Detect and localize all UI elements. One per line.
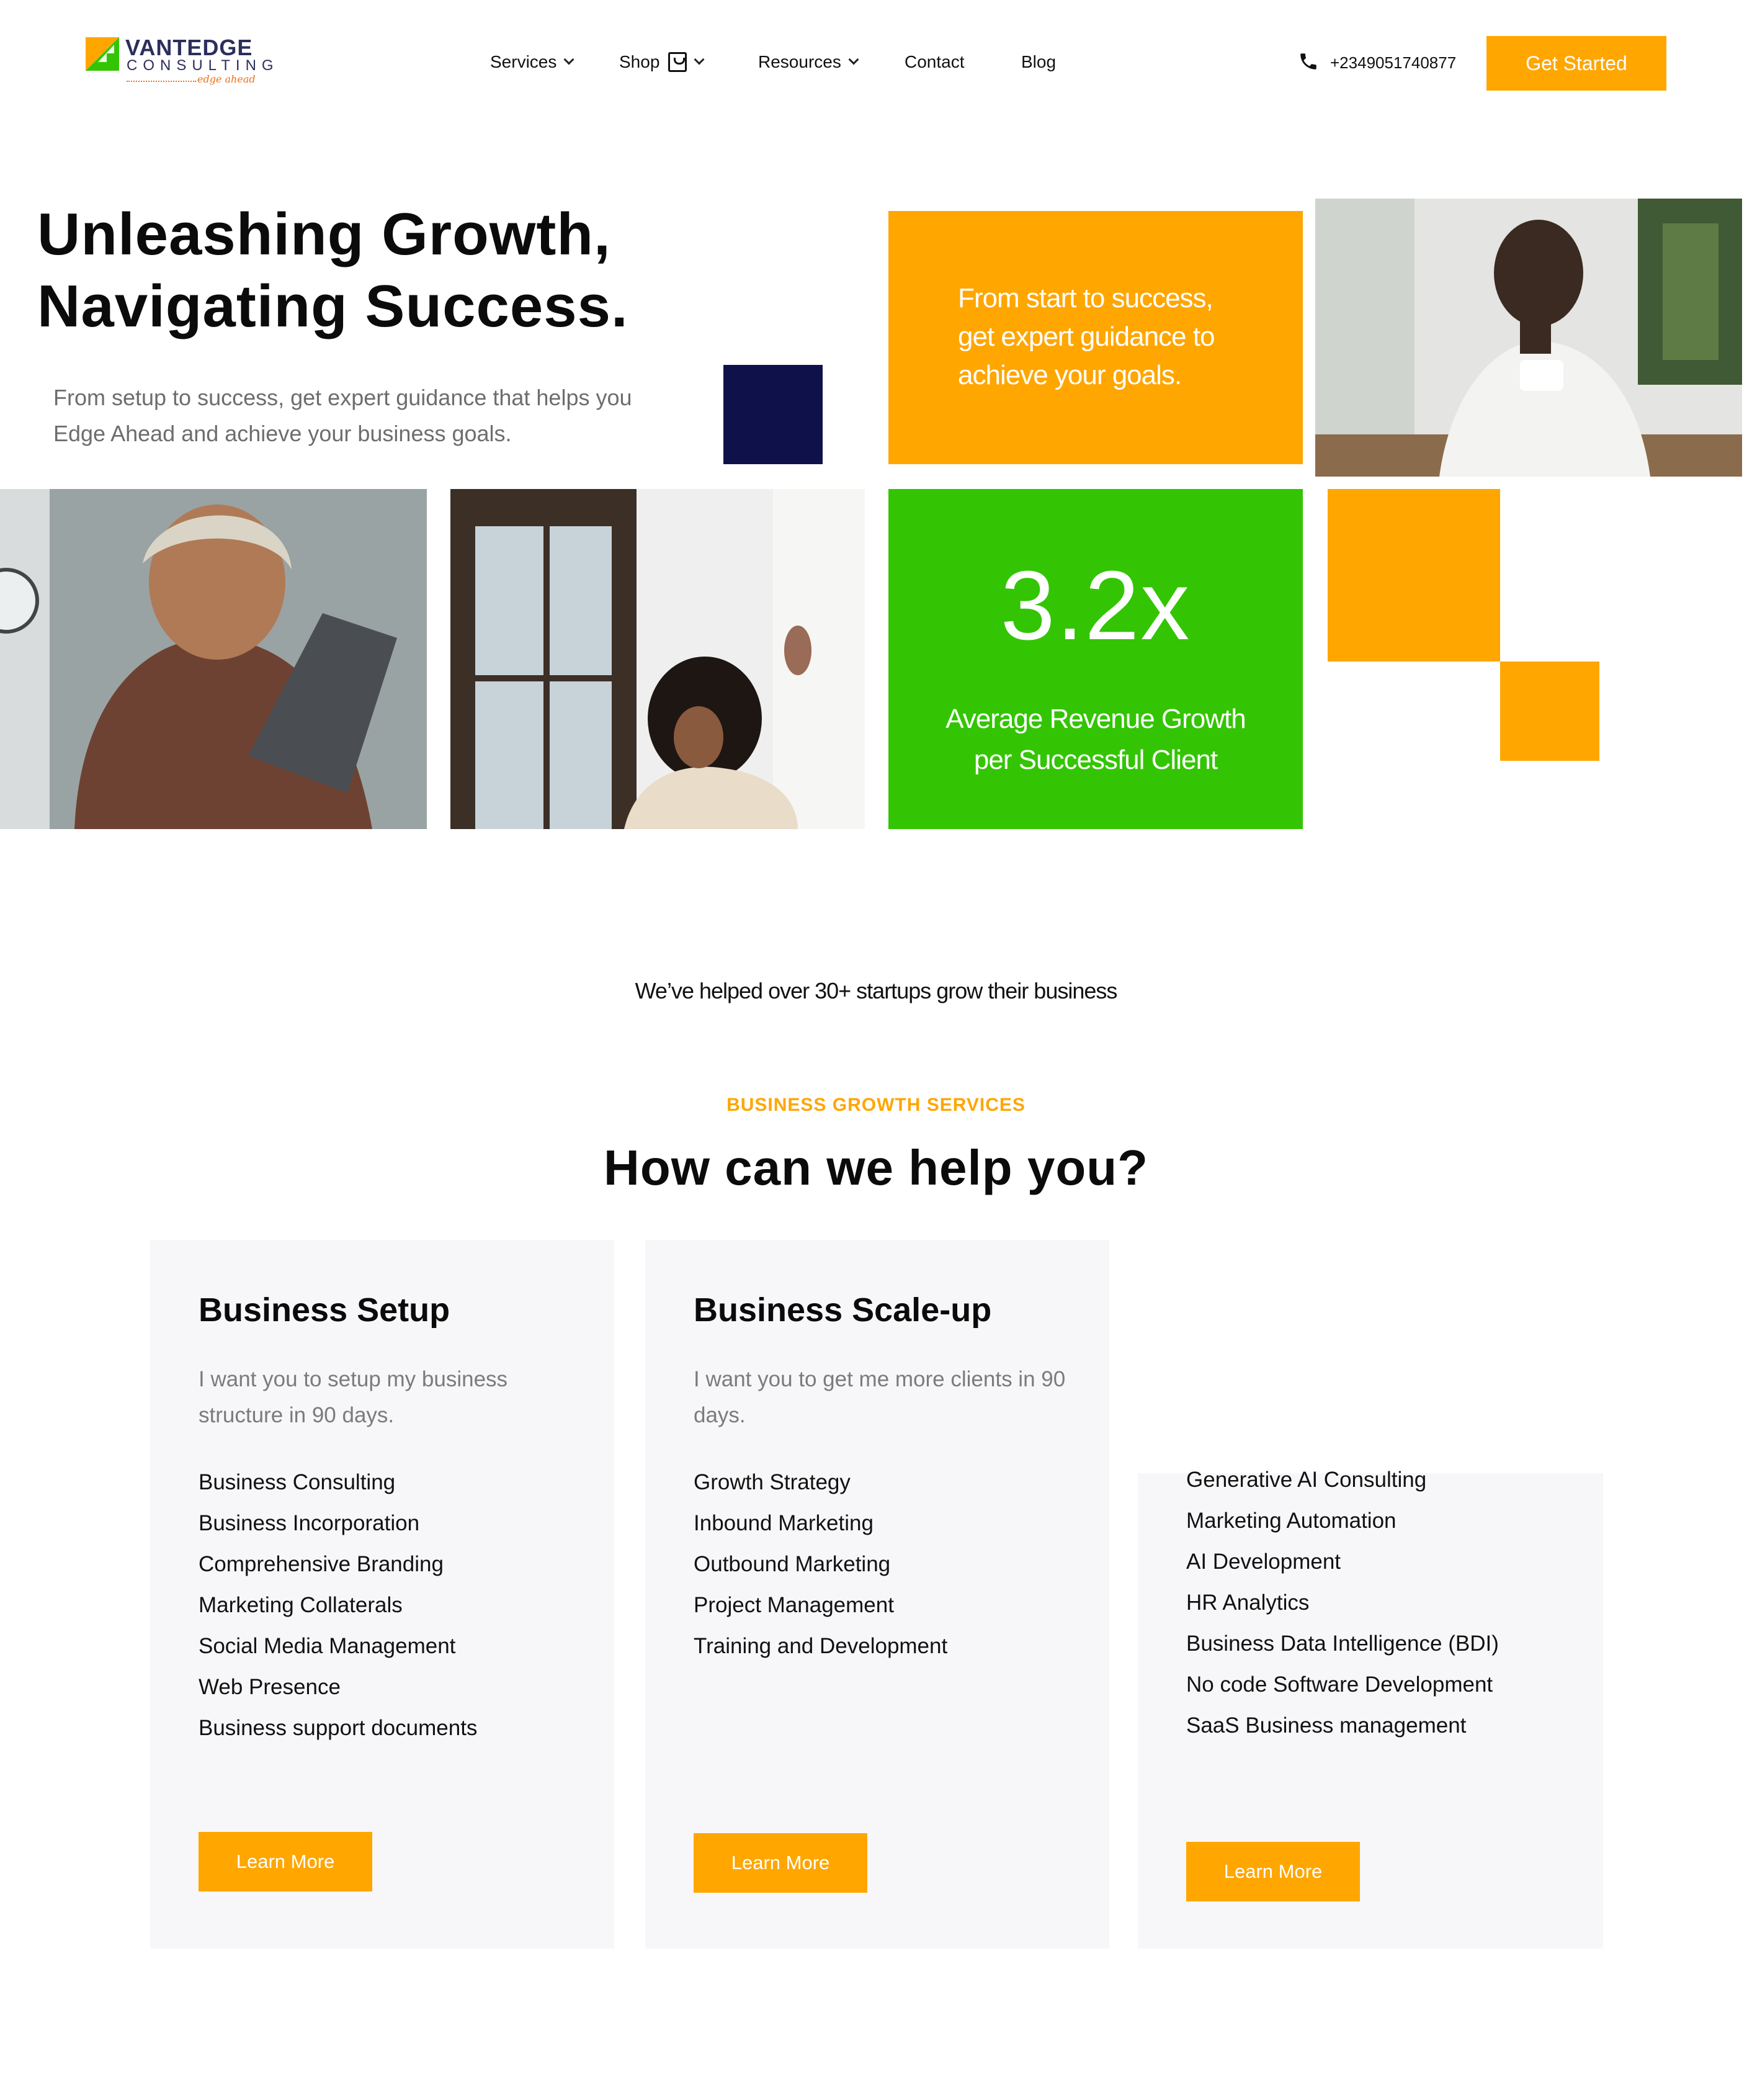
hero-highlight-text: From start to success, get expert guidan… xyxy=(958,283,1215,390)
stat-label: Average Revenue Growth per Successful Cl… xyxy=(888,699,1303,781)
list-item: Business Data Intelligence (BDI) xyxy=(1186,1631,1499,1656)
get-started-button[interactable]: Get Started xyxy=(1486,36,1666,91)
hero-subtitle: From setup to success, get expert guidan… xyxy=(53,385,632,446)
chevron-down-icon xyxy=(563,54,574,65)
list-item: Marketing Collaterals xyxy=(199,1593,403,1617)
list-item: Inbound Marketing xyxy=(694,1511,874,1535)
list-item: SaaS Business management xyxy=(1186,1713,1467,1738)
card-title: Business Scale-up xyxy=(694,1291,992,1329)
hero-title-line-2: Navigating Success. xyxy=(37,273,628,339)
list-item: Outbound Marketing xyxy=(694,1552,891,1576)
service-list: Business Consulting Business Incorporati… xyxy=(199,1462,477,1749)
nav-resources[interactable]: Resources xyxy=(758,52,859,72)
nav-blog-label: Blog xyxy=(1021,52,1057,71)
service-list: Generative AI Consulting Marketing Autom… xyxy=(1186,1460,1499,1746)
hero-title: Unleashing Growth, Navigating Success. xyxy=(37,199,628,343)
card-title: Business Setup xyxy=(199,1291,450,1329)
decorative-navy-square xyxy=(723,365,823,464)
list-item: HR Analytics xyxy=(1186,1591,1310,1615)
nav-services[interactable]: Services xyxy=(490,52,574,72)
photo-woman-drinking-tea xyxy=(1315,199,1742,477)
nav-contact-label: Contact xyxy=(905,52,965,71)
brand-logo[interactable]: VANTEDGE CONSULTING edge ahead xyxy=(86,35,274,91)
photo-woman-working-at-desk xyxy=(450,489,865,829)
service-card-business-scale-up: Business Scale-up I want you to get me m… xyxy=(645,1240,1109,1949)
list-item: Social Media Management xyxy=(199,1634,456,1658)
nav-contact[interactable]: Contact xyxy=(905,52,965,72)
list-item: No code Software Development xyxy=(1186,1672,1493,1697)
logo-tagline: edge ahead xyxy=(197,73,256,85)
service-list: Growth Strategy Inbound Marketing Outbou… xyxy=(694,1462,947,1667)
services-title: How can we help you? xyxy=(604,1140,1148,1195)
logo-divider xyxy=(127,81,196,82)
list-item: Growth Strategy xyxy=(694,1470,851,1494)
phone-number[interactable]: +2349051740877 xyxy=(1330,53,1456,73)
nav-shop-label: Shop xyxy=(619,52,660,71)
list-item: Business Consulting xyxy=(199,1470,396,1494)
learn-more-button[interactable]: Learn More xyxy=(199,1832,372,1891)
logo-mark-icon xyxy=(86,37,119,71)
stat-card: 3.2x Average Revenue Growth per Successf… xyxy=(888,489,1303,829)
service-card-ai-automation: Generative AI Consulting Marketing Autom… xyxy=(1138,1468,1603,1949)
learn-more-button[interactable]: Learn More xyxy=(694,1833,867,1893)
nav-shop[interactable]: Shop xyxy=(619,52,705,72)
list-item: AI Development xyxy=(1186,1550,1341,1574)
chevron-down-icon xyxy=(694,54,705,65)
list-item: Marketing Automation xyxy=(1186,1509,1397,1533)
list-item: Comprehensive Branding xyxy=(199,1552,444,1576)
card-description: I want you to setup my business structur… xyxy=(199,1367,508,1427)
decorative-orange-square-large xyxy=(1328,489,1500,662)
stat-value: 3.2x xyxy=(1000,551,1191,660)
list-item: Web Presence xyxy=(199,1675,341,1699)
chevron-down-icon xyxy=(848,54,859,65)
learn-more-button[interactable]: Learn More xyxy=(1186,1842,1360,1901)
list-item: Generative AI Consulting xyxy=(1186,1468,1427,1492)
shopping-bag-icon xyxy=(668,52,687,72)
nav-blog[interactable]: Blog xyxy=(1021,52,1056,72)
service-card-business-setup: Business Setup I want you to setup my bu… xyxy=(150,1240,614,1949)
card-description: I want you to get me more clients in 90 … xyxy=(694,1367,1066,1427)
services-eyebrow: BUSINESS GROWTH SERVICES xyxy=(726,1095,1026,1115)
list-item: Training and Development xyxy=(694,1634,948,1658)
nav-services-label: Services xyxy=(490,52,557,71)
list-item: Business Incorporation xyxy=(199,1511,420,1535)
hero-highlight-card: From start to success, get expert guidan… xyxy=(888,211,1303,464)
stat-label-text: Average Revenue Growth per Successful Cl… xyxy=(945,704,1246,775)
list-item: Business support documents xyxy=(199,1716,478,1740)
nav-resources-label: Resources xyxy=(758,52,841,71)
hero-title-line-1: Unleashing Growth, xyxy=(37,201,611,267)
list-item: Project Management xyxy=(694,1593,894,1617)
phone-icon xyxy=(1300,53,1316,70)
decorative-orange-square-small xyxy=(1500,662,1599,761)
logo-subtitle: CONSULTING xyxy=(127,57,279,74)
photo-woman-with-headset-and-tablet xyxy=(0,489,427,829)
startups-helped-text: We’ve helped over 30+ startups grow thei… xyxy=(635,978,1118,1003)
